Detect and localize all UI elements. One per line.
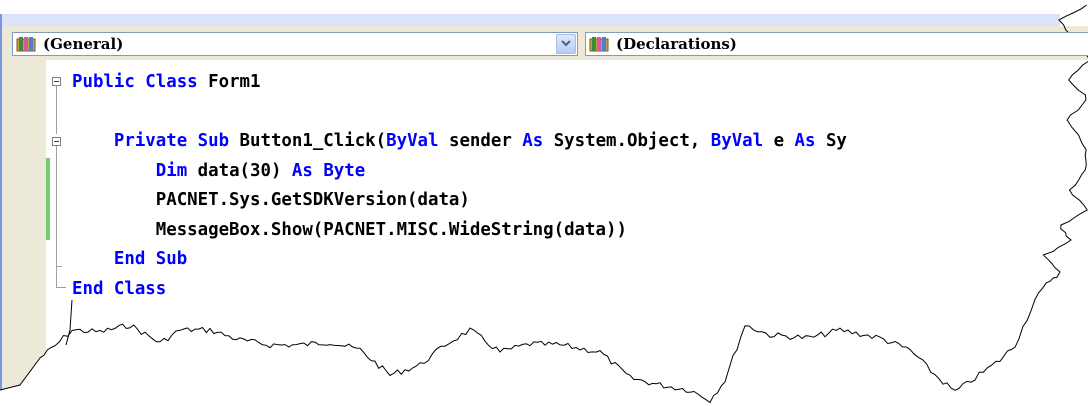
code-pane[interactable]: Public Class Form1 Private Sub Button1_C… [0,60,1088,320]
code-line: Private Sub Button1_Click(ByVal sender A… [72,131,847,151]
object-combo-value: (General) [43,35,124,53]
code-editor-window: (General) (Declarations) Public Class Fo… [0,0,1088,406]
code-keyword: End [113,249,156,269]
code-line: Public Class Form1 [72,72,260,92]
outline-guide [56,287,66,288]
code-line: End Class [72,279,166,299]
code-keyword: ByVal [710,131,764,151]
code-line: End Sub [72,249,187,269]
code-keyword: As [794,131,816,151]
code-token: PACNET.Sys.GetSDKVersion(data) [72,190,470,210]
code-keyword: Public [72,72,146,92]
object-combo[interactable]: (General) [12,32,578,56]
code-keyword: As [291,160,324,181]
code-keyword: Byte [323,160,366,181]
code-keyword: Dim [155,160,188,181]
code-token: MessageBox.Show(PACNET.MISC.WideString(d… [72,219,627,240]
outline-guide [56,86,57,134]
class-icon [16,37,36,52]
code-keyword: Sub [155,249,188,269]
code-keyword: Private [113,131,198,151]
code-line: Dim data(30) As Byte [72,161,365,181]
code-line: MessageBox.Show(PACNET.MISC.WideString(d… [72,220,627,240]
class-icon [589,37,609,52]
code-keyword: Class [145,72,209,92]
code-token: Sy [815,131,847,151]
code-keyword: ByVal [386,131,439,151]
code-line: PACNET.Sys.GetSDKVersion(data) [72,190,470,210]
code-keyword: Class [113,278,167,299]
outline-guide [56,266,62,267]
code-token: Form1 [208,72,261,92]
chevron-down-icon[interactable] [556,34,576,54]
collapse-sub-icon[interactable] [52,137,61,146]
code-token: Button1_Click( [239,131,387,151]
code-token: e [763,131,795,151]
code-token: System.Object, [543,131,711,151]
code-keyword: Sub [197,131,240,151]
code-token: data(30) [187,160,292,181]
code-keyword: As [522,131,544,151]
changed-lines-marker [46,158,50,240]
member-combo[interactable]: (Declarations) [585,32,1088,56]
collapse-class-icon[interactable] [52,77,61,86]
code-token: sender [438,131,523,151]
window-top-strip [0,14,1060,26]
member-combo-value: (Declarations) [616,35,737,53]
code-keyword: End [72,278,114,299]
